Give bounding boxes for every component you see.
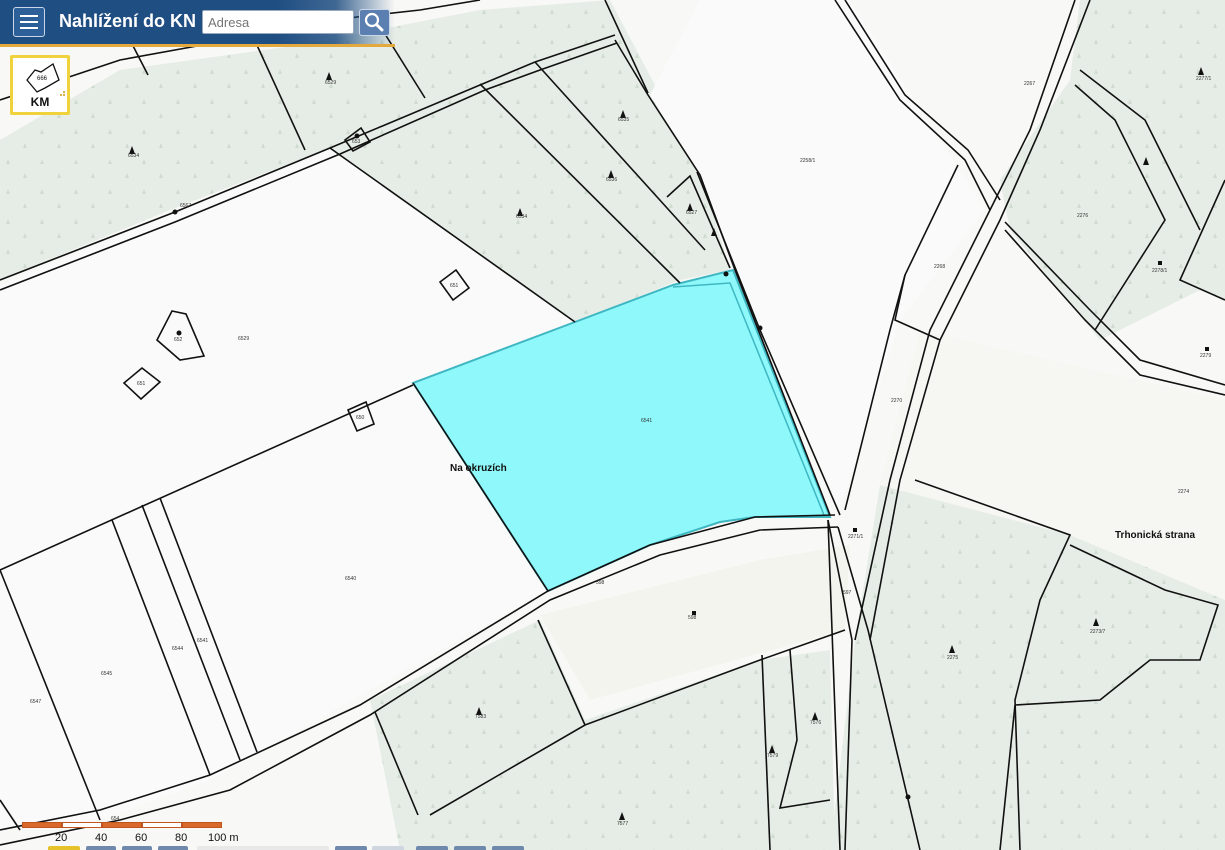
toolbar-button[interactable] [492, 846, 524, 850]
cadastral-map-layer-button[interactable]: 666 KM [10, 55, 70, 115]
map-canvas[interactable]: 6529 6534 6535 6536 6534 6527 6567 653 6… [0, 0, 1225, 850]
toolbar-button[interactable] [454, 846, 486, 850]
toolbar-button[interactable] [335, 846, 367, 850]
app-title: Nahlížení do KN [59, 11, 197, 31]
svg-text:7576: 7576 [810, 720, 821, 726]
svg-text:650: 650 [356, 415, 365, 421]
svg-text:2274: 2274 [1178, 489, 1189, 495]
svg-text:7579: 7579 [767, 753, 778, 759]
svg-text:7583: 7583 [475, 714, 486, 720]
svg-text:7577: 7577 [617, 821, 628, 827]
place-label-trhonicka-strana: Trhonická strana [1115, 530, 1195, 541]
toolbar-button[interactable] [86, 846, 116, 850]
selected-parcel-number: 6541 [641, 418, 652, 424]
place-label-na-okruzich: Na okruzích [450, 463, 507, 474]
svg-text:2268: 2268 [934, 264, 945, 270]
svg-text:2271/1: 2271/1 [848, 534, 864, 540]
scale-label-100: 100 m [208, 832, 239, 844]
scale-label-80: 80 [175, 832, 188, 844]
svg-text:6534: 6534 [128, 153, 139, 159]
svg-text:2277/1: 2277/1 [1196, 76, 1212, 82]
svg-text:653: 653 [352, 139, 361, 145]
app-header: Nahlížení do KN [0, 0, 395, 47]
svg-text:6535: 6535 [618, 117, 629, 123]
toolbar-button[interactable] [158, 846, 188, 850]
layer-parcel-number: 666 [37, 76, 48, 82]
svg-text:2270: 2270 [891, 398, 902, 404]
svg-text:2275: 2275 [947, 655, 958, 661]
svg-text:651: 651 [450, 283, 459, 289]
toolbar-button[interactable] [372, 846, 404, 850]
svg-text:2273/7: 2273/7 [1090, 629, 1106, 635]
svg-text:2258/1: 2258/1 [800, 158, 816, 164]
magnifier-search-icon [364, 12, 384, 32]
toolbar-button[interactable] [48, 846, 80, 850]
bottom-toolbar [0, 846, 1225, 850]
scale-label-60: 60 [135, 832, 148, 844]
svg-text:2267: 2267 [1024, 81, 1035, 87]
svg-text:6545: 6545 [101, 671, 112, 677]
scale-bar: 20 40 60 80 100 m [22, 822, 242, 848]
svg-text:598: 598 [596, 580, 605, 586]
svg-text:6534: 6534 [516, 214, 527, 220]
svg-text:6541: 6541 [197, 638, 208, 644]
svg-text:6567: 6567 [180, 203, 191, 209]
svg-text:6527: 6527 [686, 210, 697, 216]
svg-text:6544: 6544 [172, 646, 183, 652]
cadastral-map-layer-icon: 666 [26, 63, 65, 96]
menu-button[interactable] [13, 7, 45, 37]
svg-text:598: 598 [688, 615, 697, 621]
toolbar-button[interactable] [416, 846, 448, 850]
search-button[interactable] [359, 9, 390, 36]
svg-text:597: 597 [843, 590, 852, 596]
toolbar-button[interactable] [122, 846, 152, 850]
svg-text:652: 652 [174, 337, 183, 343]
layer-label: KM [30, 95, 50, 109]
svg-text:6529: 6529 [238, 336, 249, 342]
svg-text:6529: 6529 [325, 80, 336, 86]
scale-label-40: 40 [95, 832, 108, 844]
toolbar-field[interactable] [197, 846, 329, 850]
svg-text:651: 651 [137, 381, 146, 387]
scale-label-20: 20 [55, 832, 68, 844]
address-search-input[interactable] [202, 10, 354, 34]
svg-text:6536: 6536 [606, 177, 617, 183]
svg-text:6547: 6547 [30, 699, 41, 705]
cadastral-map[interactable]: 6529 6534 6535 6536 6534 6527 6567 653 6… [0, 0, 1225, 850]
svg-text:2276: 2276 [1077, 213, 1088, 219]
hamburger-menu-icon [20, 15, 38, 17]
svg-text:6540: 6540 [345, 576, 356, 582]
svg-text:2279: 2279 [1200, 353, 1211, 359]
svg-text:2278/1: 2278/1 [1152, 268, 1168, 274]
